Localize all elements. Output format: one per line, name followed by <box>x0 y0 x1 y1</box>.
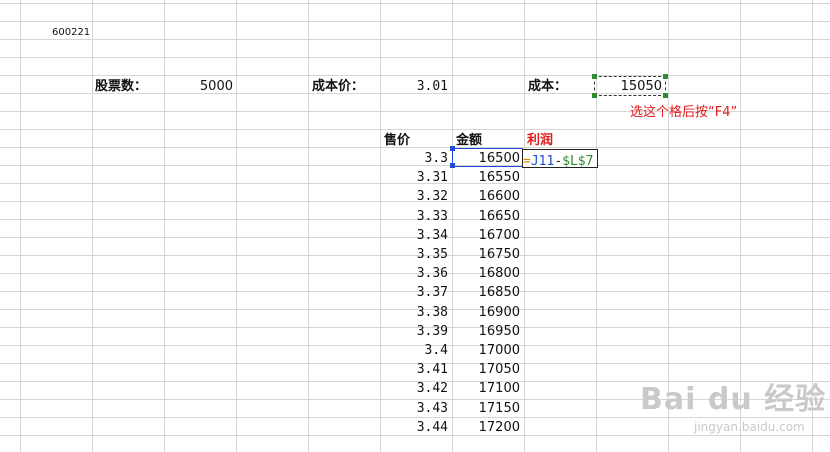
amount-cell[interactable]: 16700 <box>452 227 520 245</box>
formula-edit-cell[interactable]: =J11-$L$7 <box>522 149 598 169</box>
amount-cell[interactable]: 17050 <box>452 361 520 379</box>
amount-cell[interactable]: 17000 <box>452 342 520 360</box>
amount-cell[interactable]: 16950 <box>452 323 520 341</box>
cost-value-cell[interactable]: 15050 <box>596 78 662 96</box>
shares-value-cell[interactable]: 5000 <box>165 78 233 96</box>
price-cell[interactable]: 3.39 <box>380 323 448 341</box>
formula-ref-amount: J11 <box>530 154 555 169</box>
price-cell[interactable]: 3.36 <box>380 265 448 283</box>
cost-price-label-cell[interactable]: 成本价： <box>312 78 364 96</box>
amount-cell[interactable]: 16600 <box>452 188 520 206</box>
price-cell[interactable]: 3.3 <box>380 150 448 168</box>
price-cell[interactable]: 3.35 <box>380 246 448 264</box>
price-cell[interactable]: 3.31 <box>380 169 448 187</box>
formula-ref-cost: $L$7 <box>562 154 594 169</box>
amount-cell[interactable]: 16900 <box>452 304 520 322</box>
price-cell[interactable]: 3.44 <box>380 419 448 437</box>
selection-handle[interactable] <box>663 74 668 79</box>
annotation-text: 选这个格后按“F4” <box>630 105 738 120</box>
stock-code-cell[interactable]: 600221 <box>52 24 90 42</box>
amount-cell[interactable]: 17200 <box>452 419 520 437</box>
price-cell[interactable]: 3.32 <box>380 188 448 206</box>
header-price[interactable]: 售价 <box>384 132 410 150</box>
cost-price-value-cell[interactable]: 3.01 <box>380 78 448 96</box>
selection-handle[interactable] <box>450 146 455 151</box>
price-cell[interactable]: 3.41 <box>380 361 448 379</box>
price-cell[interactable]: 3.43 <box>380 400 448 418</box>
selection-handle[interactable] <box>663 93 668 98</box>
cost-label-cell[interactable]: 成本： <box>528 78 567 96</box>
amount-cell[interactable]: 16800 <box>452 265 520 283</box>
formula-equals: = <box>523 154 531 169</box>
shares-label-cell[interactable]: 股票数： <box>95 78 147 96</box>
price-cell[interactable]: 3.4 <box>380 342 448 360</box>
amount-cell[interactable]: 17100 <box>452 380 520 398</box>
referenced-cell-border <box>452 148 523 167</box>
selection-handle[interactable] <box>450 163 455 168</box>
formula-operator: - <box>554 154 563 169</box>
price-cell[interactable]: 3.37 <box>380 284 448 302</box>
price-cell[interactable]: 3.33 <box>380 208 448 226</box>
baidu-watermark-url: jingyan.baidu.com <box>694 420 805 434</box>
baidu-watermark-logo: Bai du 经验 <box>640 382 827 417</box>
amount-cell[interactable]: 17150 <box>452 400 520 418</box>
price-cell[interactable]: 3.38 <box>380 304 448 322</box>
amount-cell[interactable]: 16650 <box>452 208 520 226</box>
amount-cell[interactable]: 16750 <box>452 246 520 264</box>
price-cell[interactable]: 3.42 <box>380 380 448 398</box>
price-cell[interactable]: 3.34 <box>380 227 448 245</box>
header-profit[interactable]: 利润 <box>527 132 553 150</box>
amount-cell[interactable]: 16550 <box>452 169 520 187</box>
amount-cell[interactable]: 16850 <box>452 284 520 302</box>
